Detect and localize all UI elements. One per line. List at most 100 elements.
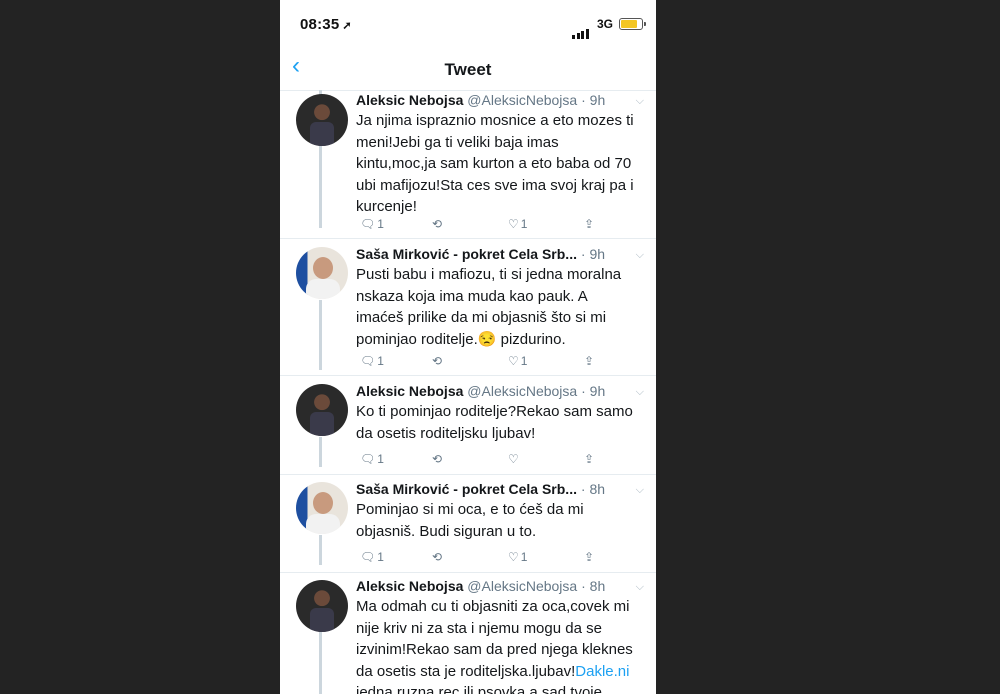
share-icon[interactable]: ⇪ [584,217,594,231]
share-button[interactable]: ⇪ [582,450,594,468]
tweet-time: 8h [589,578,606,594]
share-icon[interactable]: ⇪ [584,452,594,466]
tweet-line: objasniš. Budi siguran u to. [356,522,537,540]
heart-icon[interactable]: ♡ [508,550,519,564]
tweet-text: Pominjao si mi oca, e to ćeš da mi objas… [356,499,646,542]
retweet-icon[interactable]: ⟲ [432,452,442,466]
reply-button[interactable]: 🗨 1 [358,215,384,233]
retweet-button[interactable]: ⟲ [430,450,442,468]
chevron-down-icon[interactable]: ⌵ [636,386,644,399]
author-name[interactable]: Aleksic Nebojsa [356,578,463,594]
tweet-line: meni!Jebi ga ti veliki baja imas [356,133,559,151]
reply-button[interactable]: 🗨 1 [358,450,384,468]
location-arrow-icon: ➚ [342,20,352,32]
tweet-line: da osetis sta je roditeljska.ljubav!Dakl… [356,662,630,680]
tweet-line: nskaza koja ima muda kao pauk. A [356,287,588,305]
reply-count: 1 [377,550,384,564]
author-handle[interactable]: @AleksicNebojsa [467,578,577,594]
retweet-icon[interactable]: ⟲ [432,550,442,564]
tweet-header: Saša Mirković - pokret Cela Srb... · 9h [356,246,606,262]
author-handle[interactable]: @AleksicNebojsa [467,383,577,399]
author-name[interactable]: Aleksic Nebojsa [356,383,463,399]
retweet-button[interactable]: ⟲ [430,548,442,566]
like-button[interactable]: ♡ 1 [506,352,527,370]
author-name[interactable]: Saša Mirković - pokret Cela Srb... [356,481,577,497]
avatar[interactable] [296,247,348,299]
tweet-text: Ja njima ispraznio mosnice a eto mozes t… [356,110,646,218]
heart-icon[interactable]: ♡ [508,452,519,466]
status-bar: 08:35 ➚ 3G [280,0,656,46]
divider [280,474,656,475]
tweet-line: izvinim!Rekao sam da pred njega kleknes [356,641,633,658]
reply-icon[interactable]: 🗨 [360,550,375,564]
avatar[interactable] [296,580,348,632]
tweet-header: Aleksic Nebojsa @AleksicNebojsa · 8h [356,578,606,594]
divider [280,375,656,376]
author-handle[interactable]: @AleksicNebojsa [467,92,577,108]
share-button[interactable]: ⇪ [582,352,594,370]
reply-count: 1 [377,354,384,368]
tweet-header: Saša Mirković - pokret Cela Srb... · 8h [356,481,606,497]
heart-icon[interactable]: ♡ [508,217,519,231]
divider [280,238,656,239]
chevron-down-icon[interactable]: ⌵ [636,581,644,594]
author-name[interactable]: Aleksic Nebojsa [356,92,463,108]
avatar[interactable] [296,384,348,436]
reply-icon[interactable]: 🗨 [360,354,375,368]
share-icon[interactable]: ⇪ [584,550,594,564]
tweet-line: Ma odmah cu ti objasniti za oca,covek mi [356,598,630,615]
chevron-down-icon[interactable]: ⌵ [636,484,644,497]
like-button[interactable]: ♡ 1 [506,215,527,233]
tweet-text: Ma odmah cu ti objasniti za oca,covek mi… [356,596,646,694]
tweet-actions: 🗨 1 ⟲ ♡ 1 ⇪ [356,352,646,372]
tweet-line: imaćeš prilike da mi objasniš što si mi [356,309,607,326]
retweet-button[interactable]: ⟲ [430,215,442,233]
tweet-header: Aleksic Nebojsa @AleksicNebojsa · 9h [356,383,606,399]
reply-count: 1 [377,217,384,231]
phone-screen: 08:35 ➚ 3G ‹ Tweet Aleksic Nebojsa @Aleks… [280,0,656,694]
reply-icon[interactable]: 🗨 [360,452,375,466]
retweet-button[interactable]: ⟲ [430,352,442,370]
tweet-time: 9h [589,92,606,108]
reply-icon[interactable]: 🗨 [360,217,375,231]
tweet-line: ubi mafijozu!Sta ces sve ima svoj kraj p… [356,176,634,194]
tweet-link[interactable]: Dakle.ni [575,663,629,680]
thread-line [319,632,322,694]
reply-button[interactable]: 🗨 1 [358,352,384,370]
share-icon[interactable]: ⇪ [584,354,594,368]
thread-line [319,437,322,467]
tweet-text: Pusti babu i mafiozu, ti si jedna moraln… [356,264,646,350]
avatar[interactable] [296,94,348,146]
retweet-icon[interactable]: ⟲ [432,354,442,368]
share-button[interactable]: ⇪ [582,215,594,233]
page-title: Tweet [444,60,492,79]
tweet-text: Ko ti pominjao roditelje?Rekao sam samo … [356,401,646,444]
tweet-line: jedna ruzna rec ili psovka a sad tvoje [356,684,602,694]
unamused-face-emoji: 😒 [477,330,497,348]
retweet-icon[interactable]: ⟲ [432,217,442,231]
like-button[interactable]: ♡ 1 [506,548,527,566]
tweet-line: kintu,moc,ja sam kurton a eto baba od 70 [356,155,632,172]
status-time: 08:35 ➚ [300,16,352,33]
reply-button[interactable]: 🗨 1 [358,548,384,566]
like-button[interactable]: ♡ [506,450,519,468]
chevron-down-icon[interactable]: ⌵ [636,249,644,262]
tweet-line: Ja njima ispraznio mosnice a eto mozes t… [356,112,634,129]
tweet-line: nije kriv ni za sta i njemu mogu da se [356,619,602,637]
tweet-actions: 🗨 1 ⟲ ♡ ⇪ [356,450,646,470]
tweet-actions: 🗨 1 ⟲ ♡ 1 ⇪ [356,548,646,568]
thread-line [319,300,322,370]
tweet-actions: 🗨 1 ⟲ ♡ 1 ⇪ [356,215,646,235]
tweet-line: Pusti babu i mafiozu, ti si jedna moraln… [356,266,622,283]
tweet-header: Aleksic Nebojsa @AleksicNebojsa · 9h [356,92,606,108]
avatar[interactable] [296,482,348,534]
tweet-line: Ko ti pominjao roditelje?Rekao sam samo [356,403,633,420]
tweet-line: pominjao roditelje.😒 pizdurino. [356,330,566,348]
chevron-down-icon[interactable]: ⌵ [636,95,644,108]
thread-line [319,535,322,565]
like-count: 1 [520,217,528,231]
divider [280,572,656,573]
share-button[interactable]: ⇪ [582,548,594,566]
heart-icon[interactable]: ♡ [508,354,519,368]
author-name[interactable]: Saša Mirković - pokret Cela Srb... [356,246,577,262]
